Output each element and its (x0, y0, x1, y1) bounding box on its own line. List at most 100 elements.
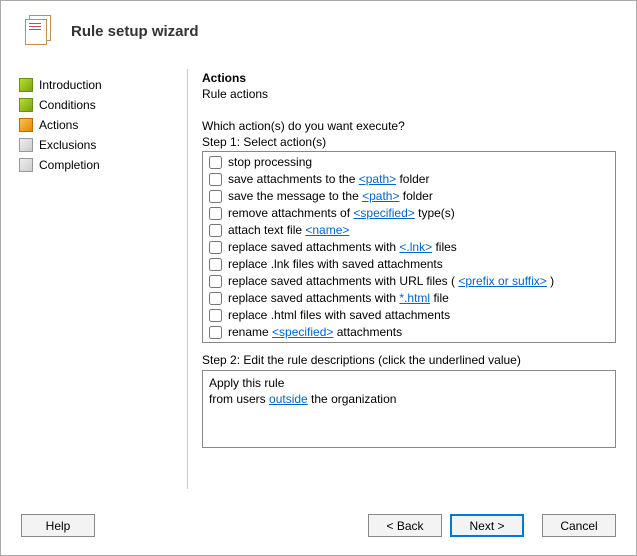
sidebar-item-label: Introduction (39, 78, 102, 92)
sidebar-item-completion[interactable]: Completion (17, 155, 177, 175)
action-param-link[interactable]: <specified string at the beginning or at… (261, 342, 515, 343)
step-status-icon (19, 118, 33, 132)
description-link-outside[interactable]: outside (269, 392, 308, 406)
action-checkbox[interactable] (209, 173, 222, 186)
wizard-steps-sidebar: Introduction Conditions Actions Exclusions C… (1, 55, 187, 503)
action-param-link[interactable]: <prefix or suffix> (458, 274, 547, 288)
step2-label: Step 2: Edit the rule descriptions (clic… (202, 353, 616, 367)
action-label: replace .lnk files with saved attachment… (228, 257, 443, 272)
action-checkbox[interactable] (209, 241, 222, 254)
back-button[interactable]: < Back (368, 514, 442, 537)
action-row[interactable]: attach text file <name> (207, 222, 611, 239)
sidebar-item-label: Conditions (39, 98, 96, 112)
step-status-icon (19, 138, 33, 152)
action-checkbox[interactable] (209, 224, 222, 237)
action-label: stop processing (228, 155, 312, 170)
sidebar-item-label: Actions (39, 118, 78, 132)
action-checkbox[interactable] (209, 292, 222, 305)
action-label: attach text file <name> (228, 223, 349, 238)
step-status-icon (19, 78, 33, 92)
action-text-fragment: insert (228, 342, 261, 343)
action-checkbox[interactable] (209, 207, 222, 220)
description-text: the organization (308, 392, 397, 406)
footer: Help < Back Next > Cancel (1, 503, 636, 555)
step-status-icon (19, 98, 33, 112)
action-param-link[interactable]: <path> (362, 189, 399, 203)
header: Rule setup wizard (1, 1, 636, 55)
action-checkbox[interactable] (209, 309, 222, 322)
action-text-fragment: replace saved attachments with URL files… (228, 274, 458, 288)
action-row[interactable]: rename <specified> attachments (207, 324, 611, 341)
action-row[interactable]: save attachments to the <path> folder (207, 171, 611, 188)
action-label: replace saved attachments with <.lnk> fi… (228, 240, 457, 255)
action-text-fragment: save attachments to the (228, 172, 359, 186)
action-row[interactable]: replace .html files with saved attachmen… (207, 307, 611, 324)
action-label: replace saved attachments with *.html fi… (228, 291, 449, 306)
action-label: save attachments to the <path> folder (228, 172, 429, 187)
action-text-fragment: attach text file (228, 223, 305, 237)
main-panel: Actions Rule actions Which action(s) do … (188, 55, 636, 503)
action-text-fragment: replace saved attachments with (228, 240, 399, 254)
action-param-link[interactable]: <specified> (272, 325, 333, 339)
sidebar-item-label: Completion (39, 158, 100, 172)
action-checkbox[interactable] (209, 190, 222, 203)
section-subtitle: Rule actions (202, 87, 616, 101)
action-text-fragment: ) (547, 274, 554, 288)
action-param-link[interactable]: <name> (305, 223, 349, 237)
action-row[interactable]: remove attachments of <specified> type(s… (207, 205, 611, 222)
action-text-fragment: replace saved attachments with (228, 291, 399, 305)
description-line: from users outside the organization (209, 391, 609, 407)
sidebar-item-introduction[interactable]: Introduction (17, 75, 177, 95)
action-label: rename <specified> attachments (228, 325, 402, 340)
step-status-icon (19, 158, 33, 172)
header-title: Rule setup wizard (71, 23, 199, 40)
step1-label: Step 1: Select action(s) (202, 135, 616, 149)
action-row[interactable]: insert <specified string at the beginnin… (207, 341, 611, 343)
action-text-fragment: replace .html files with saved attachmen… (228, 308, 450, 322)
prompt-text: Which action(s) do you want execute? (202, 119, 616, 133)
action-label: save the message to the <path> folder (228, 189, 433, 204)
action-row[interactable]: stop processing (207, 154, 611, 171)
sidebar-item-exclusions[interactable]: Exclusions (17, 135, 177, 155)
action-label: replace .html files with saved attachmen… (228, 308, 450, 323)
action-row[interactable]: replace saved attachments with <.lnk> fi… (207, 239, 611, 256)
action-text-fragment: type(s) (415, 206, 455, 220)
sidebar-item-label: Exclusions (39, 138, 96, 152)
action-param-link[interactable]: <path> (359, 172, 396, 186)
rule-pages-icon (21, 15, 53, 47)
action-text-fragment: attachments (333, 325, 402, 339)
action-text-fragment: files (432, 240, 457, 254)
description-line: Apply this rule (209, 375, 609, 391)
action-text-fragment: rename (228, 325, 272, 339)
action-label: replace saved attachments with URL files… (228, 274, 554, 289)
description-text: from users (209, 392, 269, 406)
action-checkbox[interactable] (209, 258, 222, 271)
body: Introduction Conditions Actions Exclusions C… (1, 55, 636, 503)
next-button[interactable]: Next > (450, 514, 524, 537)
action-row[interactable]: replace saved attachments with *.html fi… (207, 290, 611, 307)
cancel-button[interactable]: Cancel (542, 514, 616, 537)
action-row[interactable]: replace saved attachments with URL files… (207, 273, 611, 290)
action-checkbox[interactable] (209, 326, 222, 339)
rule-wizard-window: Rule setup wizard Introduction Conditions… (0, 0, 637, 556)
help-button[interactable]: Help (21, 514, 95, 537)
action-text-fragment: folder (396, 172, 429, 186)
sidebar-item-conditions[interactable]: Conditions (17, 95, 177, 115)
action-param-link[interactable]: <.lnk> (399, 240, 432, 254)
action-text-fragment: folder (399, 189, 432, 203)
action-row[interactable]: save the message to the <path> folder (207, 188, 611, 205)
action-label: insert <specified string at the beginnin… (228, 342, 589, 343)
rule-description-box[interactable]: Apply this rule from users outside the o… (202, 370, 616, 448)
sidebar-item-actions[interactable]: Actions (17, 115, 177, 135)
action-label: remove attachments of <specified> type(s… (228, 206, 455, 221)
action-text-fragment: file (430, 291, 449, 305)
action-text-fragment: stop processing (228, 155, 312, 169)
action-param-link[interactable]: <specified> (353, 206, 414, 220)
actions-listbox[interactable]: stop processing save attachments to the <… (202, 151, 616, 343)
action-checkbox[interactable] (209, 156, 222, 169)
action-text-fragment: save the message to the (228, 189, 362, 203)
action-checkbox[interactable] (209, 275, 222, 288)
action-row[interactable]: replace .lnk files with saved attachment… (207, 256, 611, 273)
action-param-link[interactable]: *.html (399, 291, 430, 305)
section-title: Actions (202, 71, 616, 85)
